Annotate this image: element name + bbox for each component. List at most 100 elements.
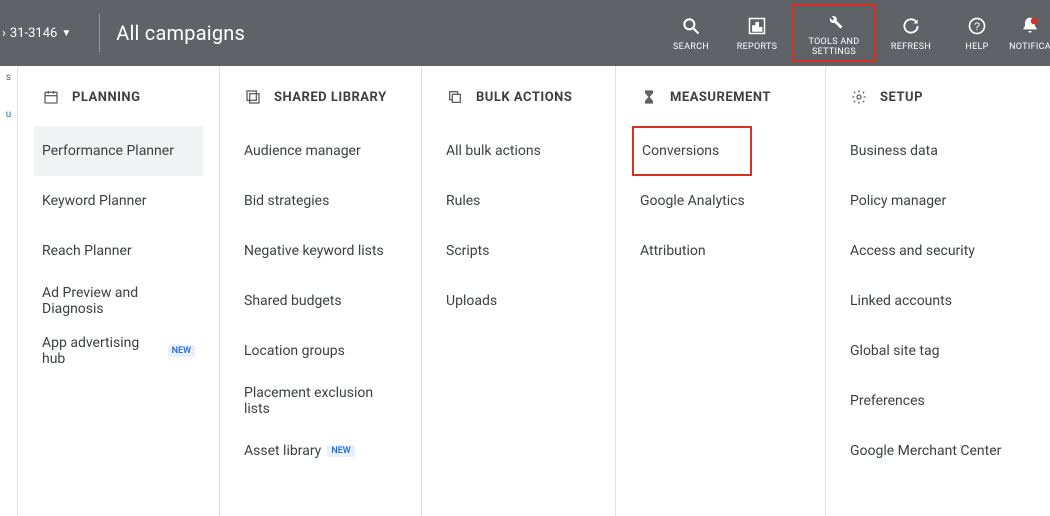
divider [99, 14, 100, 52]
tools-settings-button[interactable]: TOOLS AND SETTINGS [792, 4, 876, 62]
tools-mega-menu: su PLANNING Performance Planner Keyword … [0, 66, 1050, 516]
refresh-label: REFRESH [891, 42, 931, 52]
hourglass-icon [640, 88, 658, 106]
menu-conversions[interactable]: Conversions [632, 126, 752, 176]
menu-keyword-planner[interactable]: Keyword Planner [34, 176, 203, 226]
gear-icon [850, 88, 868, 106]
menu-audience-manager[interactable]: Audience manager [236, 126, 405, 176]
menu-uploads[interactable]: Uploads [438, 276, 599, 326]
menu-linked-accounts[interactable]: Linked accounts [842, 276, 1016, 326]
app-header: › 31-3146 ▼ All campaigns SEARCH REPORTS… [0, 0, 1050, 66]
menu-google-analytics[interactable]: Google Analytics [632, 176, 809, 226]
menu-location-groups[interactable]: Location groups [236, 326, 405, 376]
menu-google-merchant-center[interactable]: Google Merchant Center [842, 426, 1016, 476]
menu-ad-preview-diagnosis[interactable]: Ad Preview and Diagnosis [34, 276, 203, 326]
content-sliver: su [0, 66, 18, 516]
menu-placement-exclusion-lists[interactable]: Placement exclusion lists [236, 376, 405, 426]
reports-label: REPORTS [737, 42, 777, 52]
menu-col-setup: SETUP Business data Policy manager Acces… [826, 66, 1032, 516]
col-title: MEASUREMENT [670, 90, 771, 105]
col-head-planning: PLANNING [42, 88, 195, 106]
reports-button[interactable]: REPORTS [724, 4, 790, 62]
menu-bid-strategies[interactable]: Bid strategies [236, 176, 405, 226]
menu-col-bulk: BULK ACTIONS All bulk actions Rules Scri… [422, 66, 616, 516]
menu-policy-manager[interactable]: Policy manager [842, 176, 1016, 226]
reports-icon [747, 14, 767, 38]
menu-label: Scripts [446, 243, 489, 259]
search-icon [681, 14, 701, 38]
menu-shared-budgets[interactable]: Shared budgets [236, 276, 405, 326]
menu-label: Access and security [850, 243, 975, 259]
refresh-button[interactable]: REFRESH [878, 4, 944, 62]
menu-business-data[interactable]: Business data [842, 126, 1016, 176]
col-title: PLANNING [72, 90, 140, 105]
col-title: SHARED LIBRARY [274, 90, 387, 105]
menu-label: Policy manager [850, 193, 946, 209]
account-switcher[interactable]: › 31-3146 ▼ [0, 0, 83, 66]
menu-label: Business data [850, 143, 938, 159]
page-title: All campaigns [116, 21, 245, 45]
menu-label: Rules [446, 193, 480, 209]
help-button[interactable]: ? HELP [944, 4, 1010, 62]
menu-attribution[interactable]: Attribution [632, 226, 809, 276]
menu-label: Google Analytics [640, 193, 745, 209]
notifications-label: NOTIFICA [1009, 42, 1050, 52]
menu-label: App advertising hub [42, 335, 162, 367]
new-badge: NEW [168, 345, 195, 357]
menu-label: Bid strategies [244, 193, 329, 209]
menu-asset-library[interactable]: Asset library NEW [236, 426, 405, 476]
account-id: 31-3146 [10, 26, 57, 41]
notifications-button[interactable]: NOTIFICA [1010, 4, 1050, 62]
menu-access-security[interactable]: Access and security [842, 226, 1016, 276]
menu-label: Linked accounts [850, 293, 952, 309]
help-label: HELP [965, 42, 988, 52]
col-title: BULK ACTIONS [476, 90, 572, 105]
col-head-measurement: MEASUREMENT [640, 88, 801, 106]
menu-label: Performance Planner [42, 143, 174, 159]
menu-col-shared: SHARED LIBRARY Audience manager Bid stra… [220, 66, 422, 516]
menu-label: Global site tag [850, 343, 939, 359]
new-badge: NEW [327, 445, 354, 457]
wrench-icon [824, 9, 844, 33]
refresh-icon [901, 14, 921, 38]
menu-label: Reach Planner [42, 243, 132, 259]
copy-icon [446, 88, 464, 106]
menu-app-advertising-hub[interactable]: App advertising hub NEW [34, 326, 203, 376]
dropdown-caret-icon: ▼ [61, 28, 71, 39]
menu-label: Uploads [446, 293, 497, 309]
menu-col-measurement: MEASUREMENT Conversions Google Analytics… [616, 66, 826, 516]
menu-label: Asset library [244, 443, 321, 459]
calendar-icon [42, 88, 60, 106]
menu-label: Ad Preview and Diagnosis [42, 285, 195, 317]
menu-all-bulk-actions[interactable]: All bulk actions [438, 126, 599, 176]
col-head-bulk: BULK ACTIONS [446, 88, 591, 106]
account-chevron-icon: › [2, 26, 6, 41]
menu-col-planning: PLANNING Performance Planner Keyword Pla… [18, 66, 220, 516]
search-button[interactable]: SEARCH [658, 4, 724, 62]
menu-preferences[interactable]: Preferences [842, 376, 1016, 426]
bell-icon [1020, 14, 1040, 38]
menu-label: Negative keyword lists [244, 243, 384, 259]
menu-label: Placement exclusion lists [244, 385, 397, 417]
menu-scripts[interactable]: Scripts [438, 226, 599, 276]
menu-reach-planner[interactable]: Reach Planner [34, 226, 203, 276]
library-icon [244, 88, 262, 106]
menu-label: Google Merchant Center [850, 443, 1001, 459]
menu-negative-keyword-lists[interactable]: Negative keyword lists [236, 226, 405, 276]
menu-label: Keyword Planner [42, 193, 147, 209]
menu-global-site-tag[interactable]: Global site tag [842, 326, 1016, 376]
menu-label: Shared budgets [244, 293, 342, 309]
menu-performance-planner[interactable]: Performance Planner [34, 126, 203, 176]
menu-rules[interactable]: Rules [438, 176, 599, 226]
menu-label: Preferences [850, 393, 925, 409]
menu-label: Audience manager [244, 143, 361, 159]
tools-settings-label: TOOLS AND SETTINGS [809, 37, 860, 57]
col-title: SETUP [880, 90, 923, 105]
svg-text:?: ? [974, 21, 980, 33]
col-head-setup: SETUP [850, 88, 1008, 106]
menu-label: Attribution [640, 243, 706, 259]
help-icon: ? [967, 14, 987, 38]
col-head-shared: SHARED LIBRARY [244, 88, 397, 106]
menu-label: Conversions [642, 143, 719, 159]
search-label: SEARCH [673, 42, 709, 52]
